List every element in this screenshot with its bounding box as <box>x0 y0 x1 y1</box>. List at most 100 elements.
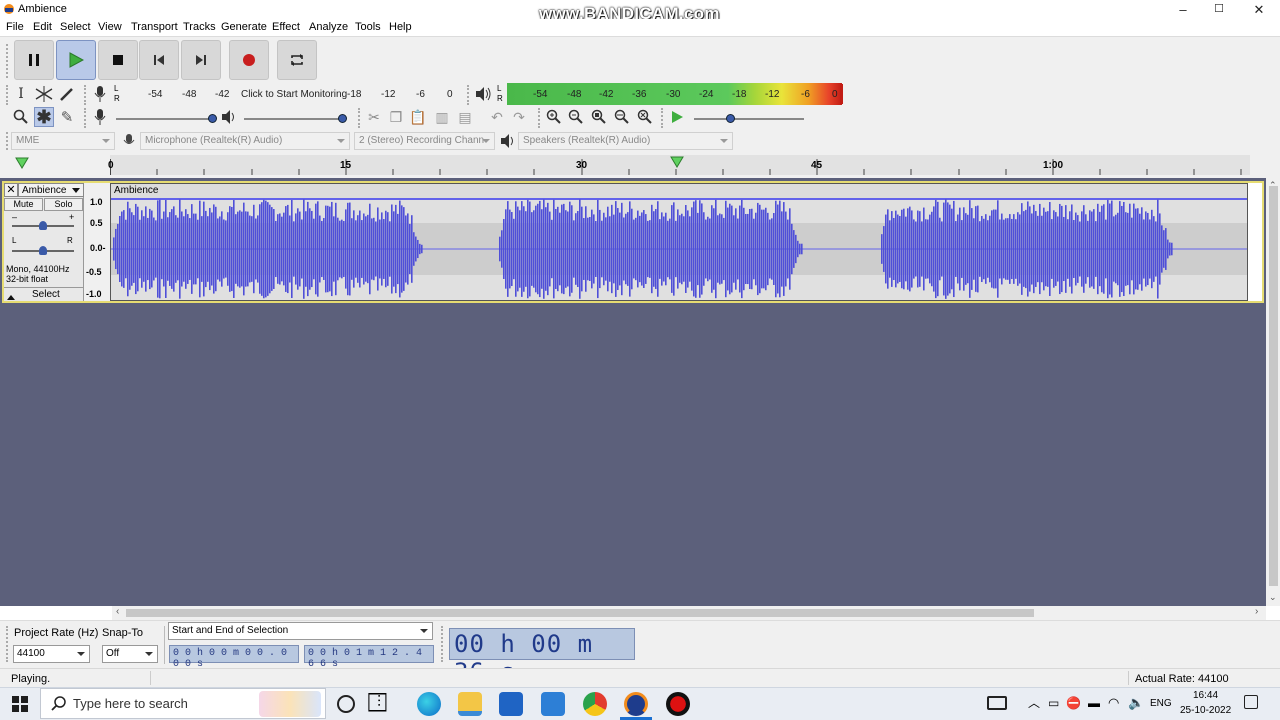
battery-icon[interactable]: ▭ <box>1048 696 1059 710</box>
toolbar-grip[interactable] <box>6 132 10 150</box>
show-hidden-icons[interactable]: ︿ <box>1028 694 1040 711</box>
loop-button[interactable] <box>277 40 317 80</box>
horizontal-scrollbar[interactable]: ‹ › <box>112 606 1266 620</box>
menu-generate[interactable]: Generate <box>221 21 267 33</box>
zoom-tool-icon[interactable] <box>11 107 31 127</box>
selection-start-time[interactable]: 0 0 h 0 0 m 0 0 . 0 0 0 s <box>169 645 299 670</box>
skip-to-start-button[interactable] <box>139 40 179 80</box>
envelope-tool-icon[interactable] <box>34 84 54 104</box>
toolbar-grip[interactable] <box>84 108 88 128</box>
monitor-label[interactable]: Click to Start Monitoring <box>241 89 347 100</box>
recording-device-select[interactable]: Microphone (Realtek(R) Audio) <box>140 132 350 150</box>
collapse-track-icon[interactable] <box>7 291 15 300</box>
selection-end-time[interactable]: 0 0 h 0 1 m 1 2 . 4 6 6 s <box>304 645 434 670</box>
menu-analyze[interactable]: Analyze <box>309 21 348 33</box>
minimize-button[interactable]: – <box>1163 0 1203 19</box>
trim-icon[interactable]: ▥ <box>432 107 452 127</box>
project-rate-select[interactable]: 44100 <box>13 645 90 663</box>
clock-time[interactable]: 16:44 <box>1193 690 1218 701</box>
power-icon[interactable]: ▬ <box>1088 696 1100 710</box>
toolbar-grip[interactable] <box>84 85 88 105</box>
taskbar-search-box[interactable]: Type here to search <box>40 688 326 719</box>
scroll-down-icon[interactable]: ⌄ <box>1269 592 1277 603</box>
playhead-marker-icon[interactable] <box>670 156 684 171</box>
chrome-icon[interactable] <box>583 692 607 716</box>
pause-button[interactable] <box>14 40 54 80</box>
menu-view[interactable]: View <box>98 21 122 33</box>
clock-date[interactable]: 25-10-2022 <box>1180 705 1231 716</box>
menu-select[interactable]: Select <box>60 21 91 33</box>
audacity-taskbar-icon[interactable] <box>624 692 648 716</box>
notifications-icon[interactable] <box>1244 695 1258 709</box>
toolbar-grip[interactable] <box>358 108 362 128</box>
menu-tools[interactable]: Tools <box>355 21 381 33</box>
input-volume-slider[interactable] <box>116 118 214 120</box>
paste-icon[interactable]: 📋 <box>408 107 428 127</box>
waveform[interactable] <box>111 198 1247 300</box>
zoom-out-icon[interactable] <box>566 107 586 127</box>
undo-icon[interactable]: ↶ <box>487 107 507 127</box>
multi-tool-icon[interactable]: ✱ <box>34 107 54 127</box>
menu-help[interactable]: Help <box>389 21 412 33</box>
pan-slider-thumb[interactable] <box>39 246 47 255</box>
track-select-button[interactable]: Select <box>32 289 60 300</box>
wifi-icon[interactable]: ◠ <box>1108 695 1119 711</box>
output-volume-thumb[interactable] <box>338 114 347 123</box>
zoom-toggle-icon[interactable] <box>635 107 655 127</box>
toolbar-grip[interactable] <box>6 626 10 662</box>
selection-tool-icon[interactable]: I <box>11 84 31 104</box>
volume-icon[interactable]: 🔈 <box>1128 695 1144 711</box>
play-button[interactable] <box>56 40 96 80</box>
output-volume-slider[interactable] <box>244 118 342 120</box>
track-name-menu[interactable]: Ambience <box>18 183 84 197</box>
speaker-icon[interactable] <box>473 84 493 104</box>
menu-transport[interactable]: Transport <box>131 21 178 33</box>
toolbar-grip[interactable] <box>6 44 10 78</box>
record-button[interactable] <box>229 40 269 80</box>
stop-button[interactable] <box>98 40 138 80</box>
vertical-scroll-thumb[interactable] <box>1269 186 1278 586</box>
snap-to-select[interactable]: Off <box>102 645 158 663</box>
toolbar-grip[interactable] <box>661 108 665 128</box>
clip-name-bar[interactable]: Ambience <box>111 184 1247 198</box>
draw-tool-icon[interactable] <box>57 84 77 104</box>
zoom-in-icon[interactable] <box>544 107 564 127</box>
toolbar-grip[interactable] <box>467 85 471 105</box>
windows-start-icon[interactable] <box>12 696 28 715</box>
toolbar-grip[interactable] <box>441 626 445 662</box>
edge-browser-icon[interactable] <box>417 692 441 716</box>
solo-button[interactable]: Solo <box>44 198 83 211</box>
microphone-icon[interactable] <box>90 84 110 104</box>
menu-tracks[interactable]: Tracks <box>183 21 216 33</box>
silence-icon[interactable]: ▤ <box>455 107 475 127</box>
playback-speed-thumb[interactable] <box>726 114 735 123</box>
recording-channels-select[interactable]: 2 (Stereo) Recording Chann <box>354 132 495 150</box>
playback-device-select[interactable]: Speakers (Realtek(R) Audio) <box>518 132 733 150</box>
file-explorer-icon[interactable] <box>458 692 482 716</box>
task-view-icon[interactable]: ⫶⃞ <box>377 694 381 712</box>
horizontal-scroll-thumb[interactable] <box>126 609 1034 617</box>
scroll-right-icon[interactable]: › <box>1255 606 1258 617</box>
selection-mode-select[interactable]: Start and End of Selection <box>168 622 433 640</box>
skip-to-end-button[interactable] <box>181 40 221 80</box>
bandicam-icon[interactable] <box>666 692 690 716</box>
copy-icon[interactable]: ❐ <box>386 107 406 127</box>
store-icon[interactable] <box>499 692 523 716</box>
vertical-scrollbar[interactable]: ⌃ ⌄ <box>1266 178 1280 606</box>
track-close-button[interactable]: ✕ <box>4 183 18 197</box>
timeshift-tool-icon[interactable]: ✎ <box>57 107 77 127</box>
cortana-icon[interactable] <box>337 695 355 713</box>
toolbar-grip[interactable] <box>6 85 10 105</box>
menu-effect[interactable]: Effect <box>272 21 300 33</box>
security-alert-icon[interactable]: ⛔ <box>1066 696 1081 710</box>
keyboard-icon[interactable] <box>987 696 1007 710</box>
toolbar-grip[interactable] <box>538 108 542 128</box>
language-indicator[interactable]: ENG <box>1150 698 1172 709</box>
menu-edit[interactable]: Edit <box>33 21 52 33</box>
cut-icon[interactable]: ✂ <box>364 107 384 127</box>
scroll-left-icon[interactable]: ‹ <box>116 606 119 617</box>
input-volume-thumb[interactable] <box>208 114 217 123</box>
mute-button[interactable]: Mute <box>4 198 43 211</box>
redo-icon[interactable]: ↷ <box>509 107 529 127</box>
close-button[interactable]: ✕ <box>1239 0 1279 19</box>
